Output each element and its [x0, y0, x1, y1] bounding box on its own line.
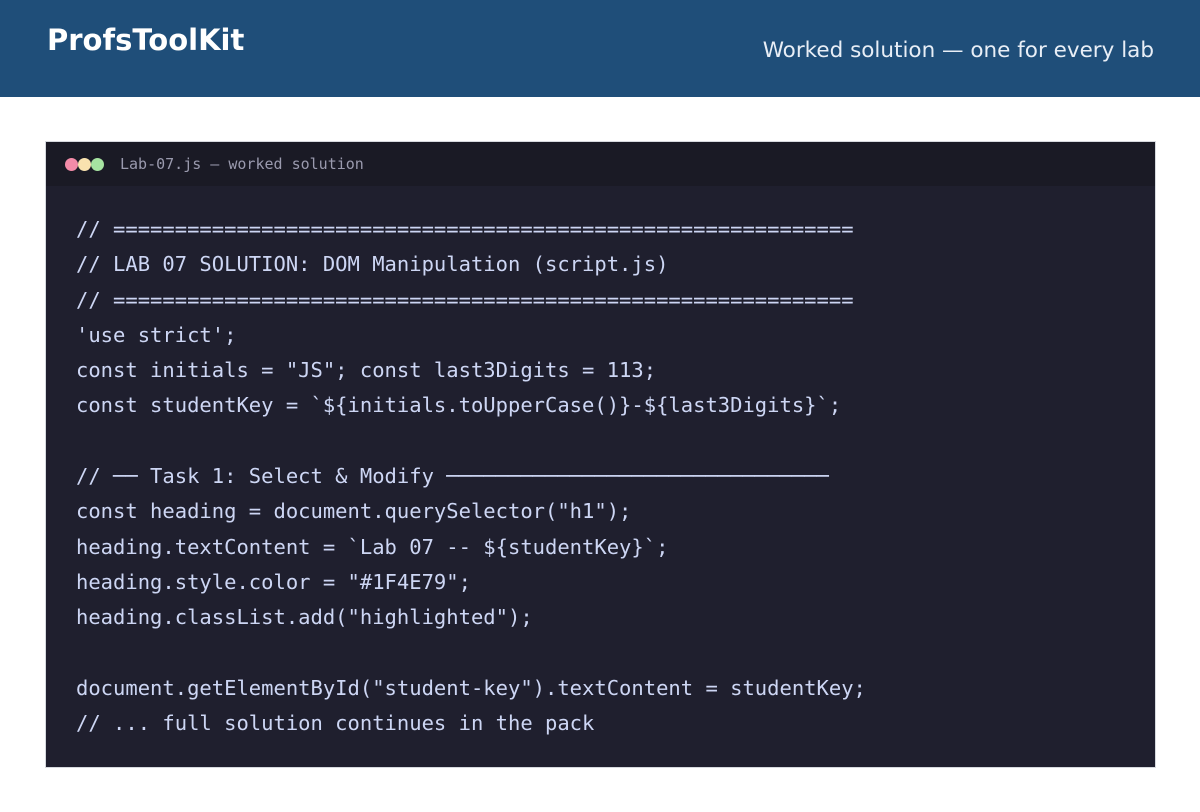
code-line: const initials = "JS"; const last3Digits…: [76, 358, 657, 383]
window-close-dot-icon: [65, 158, 78, 171]
window-maximize-dot-icon: [91, 158, 104, 171]
code-window-filename: Lab-07.js — worked solution: [120, 155, 364, 173]
code-line: // LAB 07 SOLUTION: DOM Manipulation (sc…: [76, 252, 669, 277]
code-window-titlebar: Lab-07.js — worked solution: [46, 142, 1155, 186]
code-line: heading.textContent = `Lab 07 -- ${stude…: [76, 534, 669, 559]
window-minimize-dot-icon: [78, 158, 91, 171]
code-line: const heading = document.querySelector("…: [76, 499, 632, 524]
code-line: 'use strict';: [76, 322, 237, 347]
code-line: heading.style.color = "#1F4E79";: [76, 569, 471, 594]
code-line: // ── Task 1: Select & Modify ──────────…: [76, 464, 829, 489]
header-tagline: Worked solution — one for every lab: [762, 38, 1154, 63]
code-line: // =====================================…: [76, 217, 854, 241]
site-header: ProfsToolKit Worked solution — one for e…: [0, 0, 1200, 97]
code-line: // =====================================…: [76, 287, 854, 312]
code-block: // =====================================…: [76, 212, 866, 741]
code-line: document.getElementById("student-key").t…: [76, 675, 866, 700]
brand-logo-text[interactable]: ProfsToolKit: [47, 22, 244, 58]
code-line: const studentKey = `${initials.toUpperCa…: [76, 393, 842, 418]
code-line: // ... full solution continues in the pa…: [76, 711, 595, 736]
code-window: Lab-07.js — worked solution // =========…: [45, 141, 1156, 768]
code-line: heading.classList.add("highlighted");: [76, 605, 533, 630]
